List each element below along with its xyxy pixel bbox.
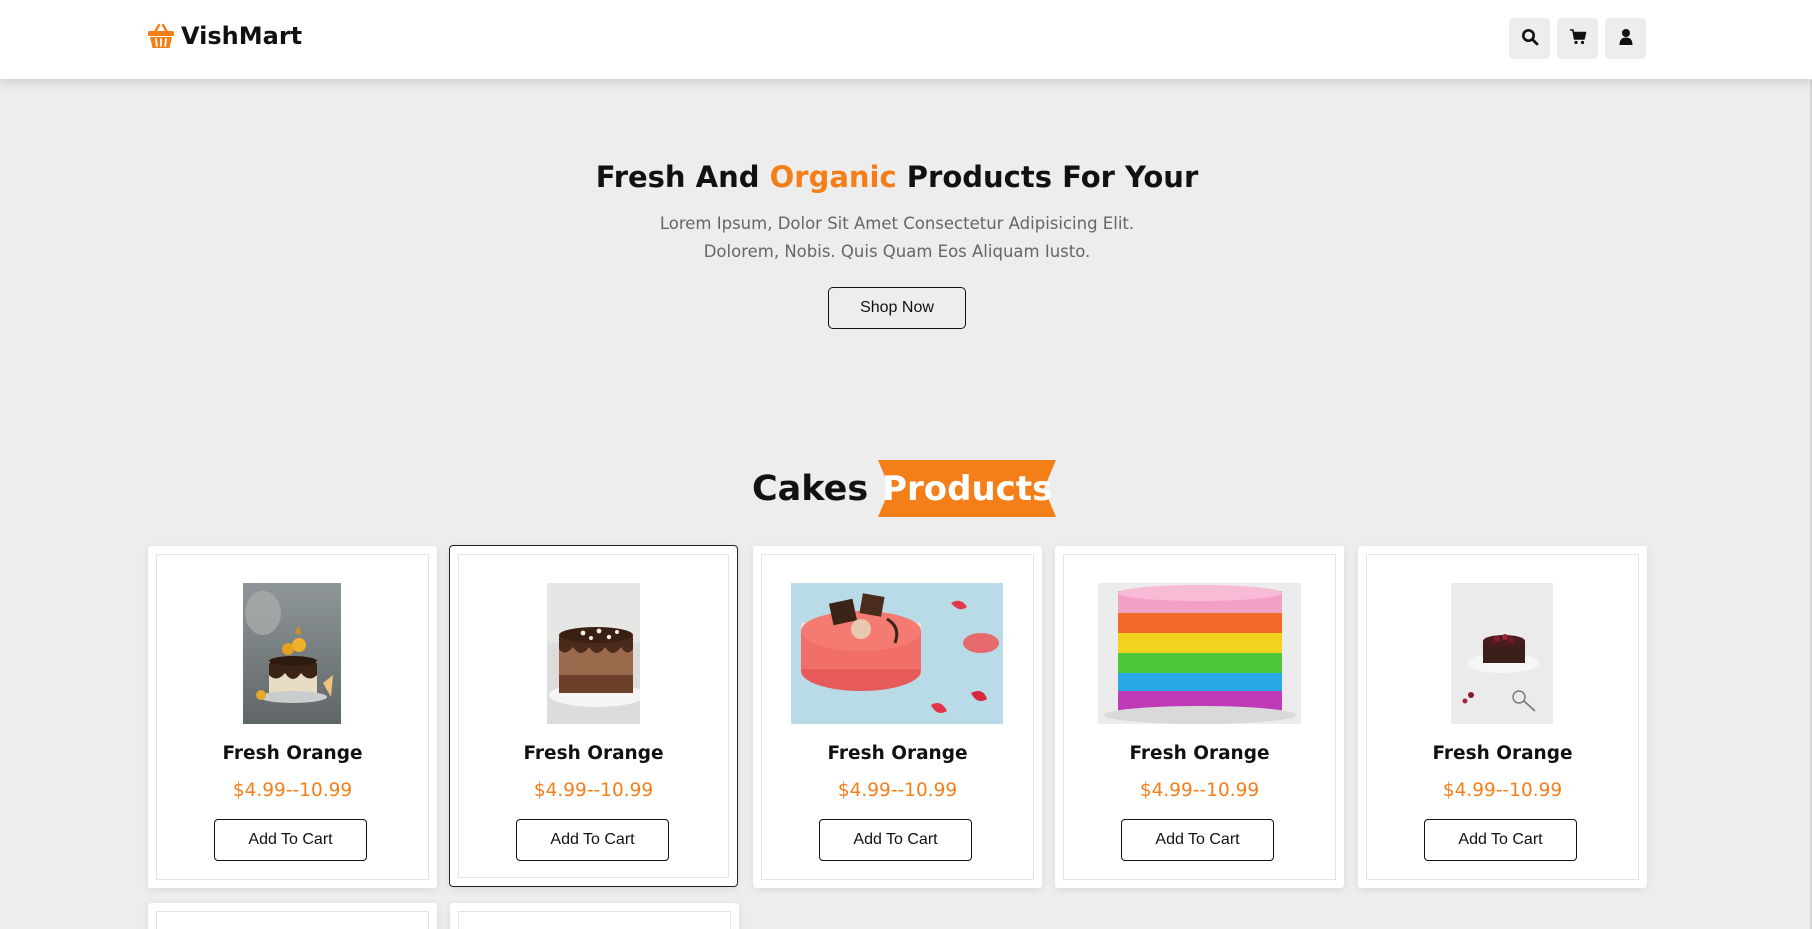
site-header: VishMart <box>0 0 1812 79</box>
product-card[interactable]: Fresh Orange $4.99--10.99 Add To Cart <box>1055 546 1344 888</box>
add-to-cart-button[interactable]: Add To Cart <box>214 819 367 861</box>
product-price: $4.99--10.99 <box>837 780 958 801</box>
shop-now-button[interactable]: Shop Now <box>828 287 966 329</box>
product-image <box>1098 583 1301 724</box>
product-card[interactable]: Fresh Orange $4.99--10.99 Add To Cart <box>1358 546 1647 888</box>
product-name: Fresh Orange <box>1432 743 1573 764</box>
product-image <box>547 583 640 724</box>
product-card-partial[interactable] <box>148 903 437 929</box>
product-card-partial[interactable] <box>450 903 739 929</box>
product-name: Fresh Orange <box>827 743 968 764</box>
account-button[interactable] <box>1605 18 1646 59</box>
basket-icon <box>147 23 175 49</box>
product-price: $4.99--10.99 <box>1442 780 1563 801</box>
hero-title-end: Products For Your <box>896 160 1199 194</box>
product-price: $4.99--10.99 <box>1139 780 1260 801</box>
search-icon <box>1521 28 1539 50</box>
product-name: Fresh Orange <box>222 743 363 764</box>
header-actions <box>1509 18 1646 59</box>
add-to-cart-button[interactable]: Add To Cart <box>819 819 972 861</box>
brand-name: VishMart <box>181 22 303 50</box>
add-to-cart-button[interactable]: Add To Cart <box>1121 819 1274 861</box>
product-image <box>1451 583 1553 724</box>
cart-button[interactable] <box>1557 18 1598 59</box>
product-image <box>791 583 1003 724</box>
product-price: $4.99--10.99 <box>232 780 353 801</box>
product-name: Fresh Orange <box>523 743 664 764</box>
section-ribbon-label: Products <box>882 468 1053 509</box>
section-heading: Cakes Products <box>752 460 1057 517</box>
product-card[interactable]: Fresh Orange $4.99--10.99 Add To Cart <box>449 545 738 887</box>
product-card[interactable]: Fresh Orange $4.99--10.99 Add To Cart <box>753 546 1042 888</box>
brand-logo[interactable]: VishMart <box>147 22 302 50</box>
product-card[interactable]: Fresh Orange $4.99--10.99 Add To Cart <box>148 546 437 888</box>
cart-icon <box>1569 28 1587 50</box>
section-heading-word: Cakes <box>752 468 869 509</box>
hero-title-start: Fresh And <box>595 160 770 194</box>
section-ribbon: Products <box>878 460 1057 517</box>
product-name: Fresh Orange <box>1129 743 1270 764</box>
hero-title-accent: Organic <box>769 160 897 194</box>
product-image <box>243 583 341 724</box>
hero-description: Lorem Ipsum, Dolor Sit Amet Consectetur … <box>659 214 1135 261</box>
search-button[interactable] <box>1509 18 1550 59</box>
add-to-cart-button[interactable]: Add To Cart <box>1424 819 1577 861</box>
add-to-cart-button[interactable]: Add To Cart <box>516 819 669 861</box>
card-border <box>458 911 731 929</box>
product-price: $4.99--10.99 <box>533 780 654 801</box>
card-border <box>156 911 429 929</box>
user-icon <box>1617 28 1635 50</box>
hero-title: Fresh And Organic Products For Your <box>0 160 1794 194</box>
